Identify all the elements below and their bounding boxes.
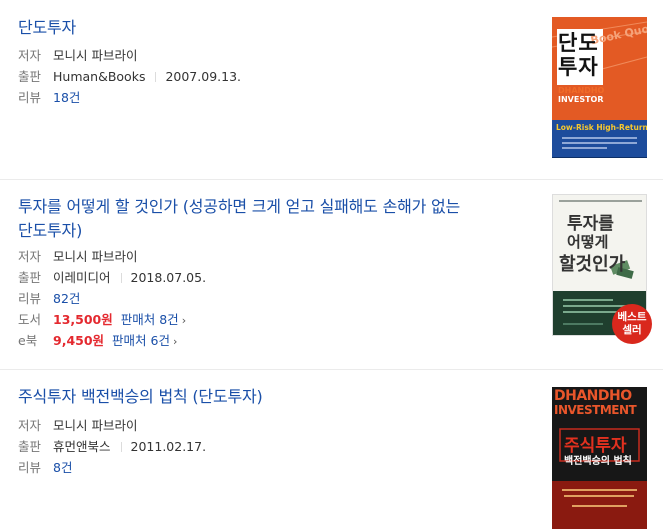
author-label: 저자 [18,48,42,63]
book-sellers-text: 판매처 8건 [120,312,179,327]
book-price-row: 도서 13,500원 판매처 8건 › [18,311,186,330]
review-count-link[interactable]: 18건 [53,90,80,105]
author-name[interactable]: 모니시 파브라이 [53,418,137,433]
author-row: 저자 모니시 파브라이 [18,417,137,435]
ebook-sellers-link[interactable]: 판매처 6건 › [112,333,177,348]
chevron-right-icon: › [172,335,178,348]
cover-line [562,147,607,149]
cover-subtitle-blue: INVESTOR [558,95,604,104]
ebook-label: e북 [18,333,38,348]
badge-line1: 베스트 [617,311,647,323]
book-price: 13,500원 [53,312,113,327]
cover-sub: 백전백승의 법칙 [564,456,632,467]
publisher-name[interactable]: 이레미디어 [53,270,111,285]
review-count-link[interactable]: 8건 [53,460,72,475]
cover-line [562,137,637,139]
publisher-name[interactable]: 휴먼앤북스 [53,439,111,454]
publisher-name[interactable]: Human&Books [53,69,145,84]
cover-small-lines [562,137,637,149]
separator [155,72,157,82]
publish-date: 2007.09.13. [165,69,241,84]
cover-subtitle-orange: DHANDHO [558,86,605,95]
review-label: 리뷰 [18,460,42,475]
separator [120,273,122,283]
badge-line2: 셀러 [622,324,642,336]
publisher-row: 출판 이레미디어 2018.07.05. [18,269,206,287]
publisher-label: 출판 [18,69,42,84]
book-sellers-link[interactable]: 판매처 8건 › [121,312,186,327]
book-cover-3[interactable]: DHANDHO INVESTMENT 주식투자 백전백승의 법칙 [552,387,647,529]
publish-date: 2011.02.17. [130,439,207,454]
review-row: 리뷰 82건 [18,290,80,308]
author-name[interactable]: 모니시 파브라이 [53,48,137,63]
result-title[interactable]: 투자를 어떻게 할 것인가 (성공하면 크게 얻고 실패해도 손해가 없는 단도… [18,195,460,243]
publisher-row: 출판 휴먼앤북스 2011.02.17. [18,438,206,456]
cover-top2: INVESTMENT [554,403,637,417]
book-cover-1[interactable]: Book Quote 단도투자 DHANDHO INVESTOR Low-Ris… [552,17,647,158]
result-title[interactable]: 단도투자 [18,16,76,40]
ebook-sellers-text: 판매처 6건 [112,333,170,348]
review-row: 리뷰 8건 [18,459,72,477]
review-row: 리뷰 18건 [18,89,80,107]
author-label: 저자 [18,249,42,264]
review-label: 리뷰 [18,291,42,306]
result-title-line1: 투자를 어떻게 할 것인가 (성공하면 크게 얻고 실패해도 손해가 없는 [18,197,461,216]
review-label: 리뷰 [18,90,42,105]
publisher-row: 출판 Human&Books 2007.09.13. [18,68,241,86]
ebook-price: 9,450원 [53,333,105,348]
bestseller-badge: 베스트 셀러 [612,304,652,344]
author-row: 저자 모니시 파브라이 [18,47,137,65]
cover-line [562,142,637,144]
book-label: 도서 [18,312,42,327]
cover-line2: 어떻게 [567,233,609,251]
publish-date: 2018.07.05. [130,270,207,285]
author-name[interactable]: 모니시 파브라이 [53,249,137,264]
cover-big-title: 단도투자 [558,31,599,79]
ebook-price-row: e북 9,450원 판매처 6건 › [18,332,177,351]
cover-line3: 할것인가 [559,254,626,275]
result-title-line2: 단도투자) [18,221,83,240]
author-row: 저자 모니시 파브라이 [18,248,137,266]
result-title[interactable]: 주식투자 백전백승의 법칙 (단도투자) [18,385,263,409]
publisher-label: 출판 [18,270,42,285]
chevron-right-icon: › [181,314,187,327]
result-item-1: 단도투자 저자 모니시 파브라이 출판 Human&Books 2007.09.13.… [0,0,663,180]
cover-top1: DHANDHO [554,388,632,404]
publisher-label: 출판 [18,439,42,454]
separator [120,442,122,452]
author-label: 저자 [18,418,42,433]
review-count-link[interactable]: 82건 [53,291,80,306]
cover-bottom-text: Low-Risk High-Returns [556,123,647,132]
